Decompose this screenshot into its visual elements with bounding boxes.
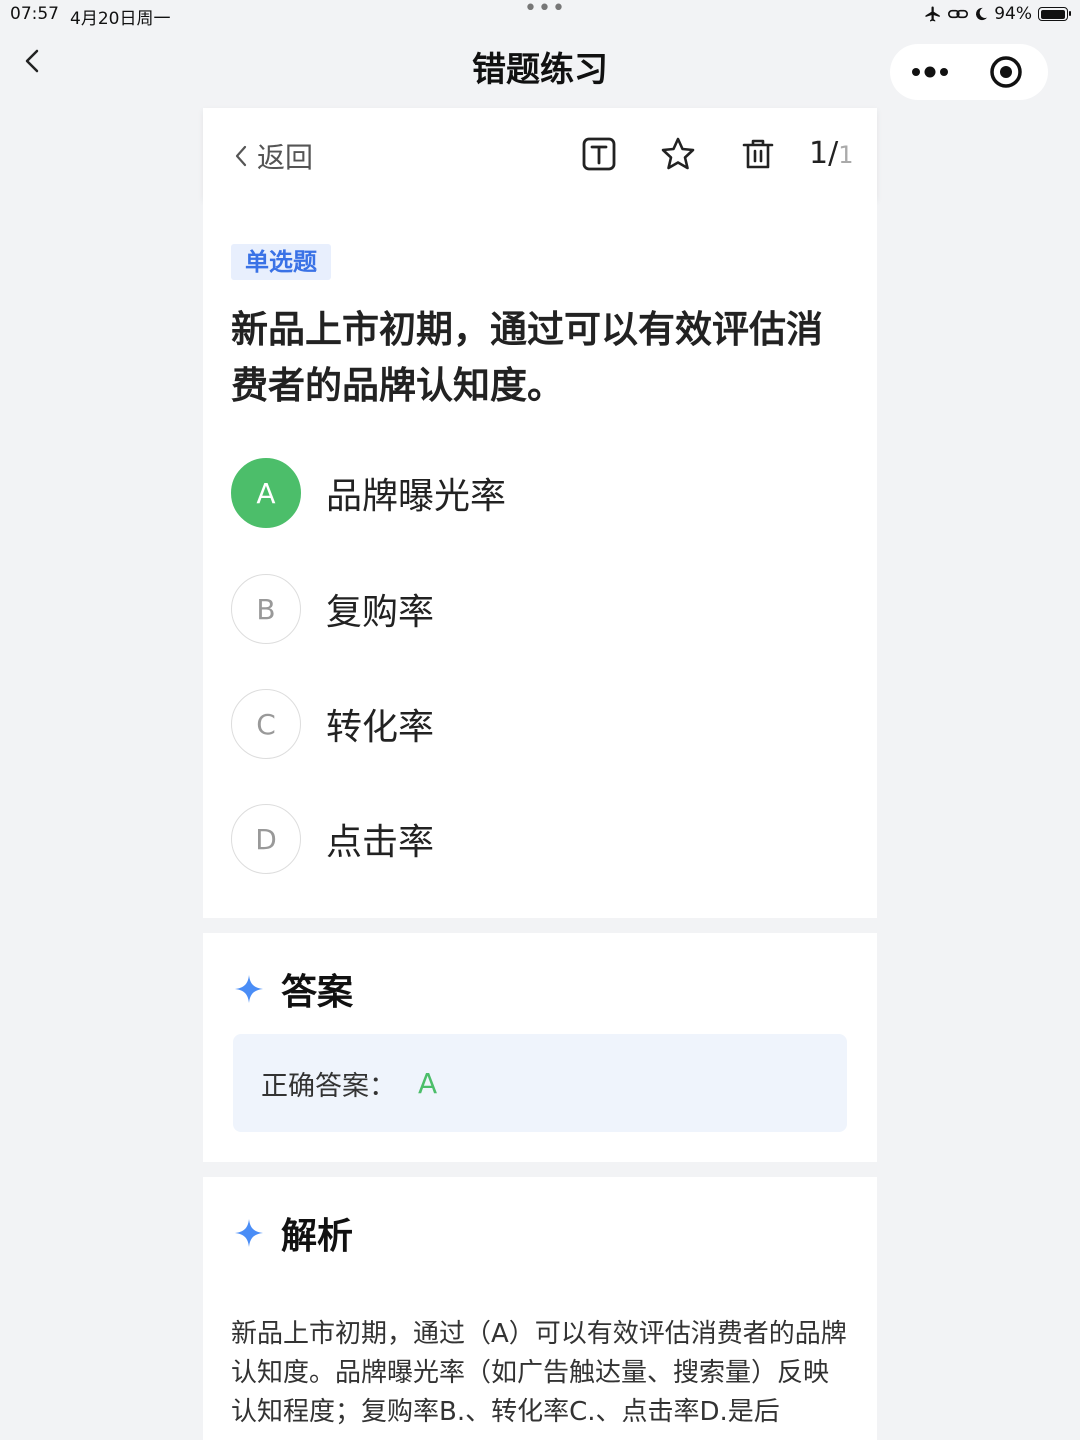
correct-answer-value: A [418,1066,438,1100]
answer-card: 答案 正确答案： A [203,933,877,1162]
status-bar: 07:57 4月20日周一 ••• 94% [0,0,1080,30]
multitask-dots-icon[interactable]: ••• [524,0,566,21]
battery-percent: 94% [994,4,1032,24]
moon-icon [976,7,988,21]
airplane-icon [925,6,940,22]
more-dots-icon[interactable] [908,54,952,90]
answer-heading-title: 答案 [281,972,354,1013]
question-type-tag: 单选题 [231,244,331,280]
star-icon[interactable] [660,136,696,172]
toolbar-back-label: 返回 [257,141,314,174]
chevron-left-icon [235,145,247,167]
option-a[interactable]: A 品牌曝光率 [231,457,506,529]
option-text: 点击率 [326,822,435,863]
option-c[interactable]: C 转化率 [231,688,434,760]
option-text: 复购率 [326,592,435,633]
analysis-heading: 解析 [233,1207,353,1259]
correct-answer-label: 正确答案： [261,1070,396,1102]
page-current: 1 [809,136,829,171]
trash-icon[interactable] [740,136,776,172]
status-date: 4月20日周一 [70,9,171,29]
analysis-card: 解析 新品上市初期，通过（A）可以有效评估消费者的品牌认知度。品牌曝光率（如广告… [203,1177,877,1440]
option-d[interactable]: D 点击率 [231,803,434,875]
mini-program-capsule [890,44,1048,100]
analysis-text: 新品上市初期，通过（A）可以有效评估消费者的品牌认知度。品牌曝光率（如广告触达量… [231,1319,847,1427]
option-letter: D [231,804,301,874]
sparkle-icon [235,975,263,1003]
option-b[interactable]: B 复购率 [231,573,434,645]
battery-icon [1038,7,1071,21]
status-time: 07:57 [10,4,59,24]
option-text: 转化率 [326,707,435,748]
toolbar-back-button[interactable]: 返回 [231,136,313,176]
navigation-bar: 错题练习 [0,30,1080,108]
text-size-icon[interactable] [581,136,617,172]
answer-heading: 答案 [233,963,353,1015]
analysis-heading-title: 解析 [281,1216,354,1257]
sparkle-icon [235,1219,263,1247]
option-letter: C [231,689,301,759]
link-icon [948,9,969,19]
close-target-icon[interactable] [988,54,1024,90]
correct-answer-box: 正确答案： A [233,1034,847,1132]
option-text: 品牌曝光率 [326,476,507,517]
question-toolbar: 返回 1/1 [203,108,877,200]
status-icons: 94% [924,4,1071,24]
option-letter: B [231,574,301,644]
page-indicator: 1/1 [809,136,854,171]
question-card: 单选题 新品上市初期，通过可以有效评估消费者的品牌认知度。 A 品牌曝光率 B … [203,200,877,918]
page-total: 1 [838,141,854,169]
option-letter: A [231,458,301,528]
question-text: 新品上市初期，通过可以有效评估消费者的品牌认知度。 [231,308,823,407]
